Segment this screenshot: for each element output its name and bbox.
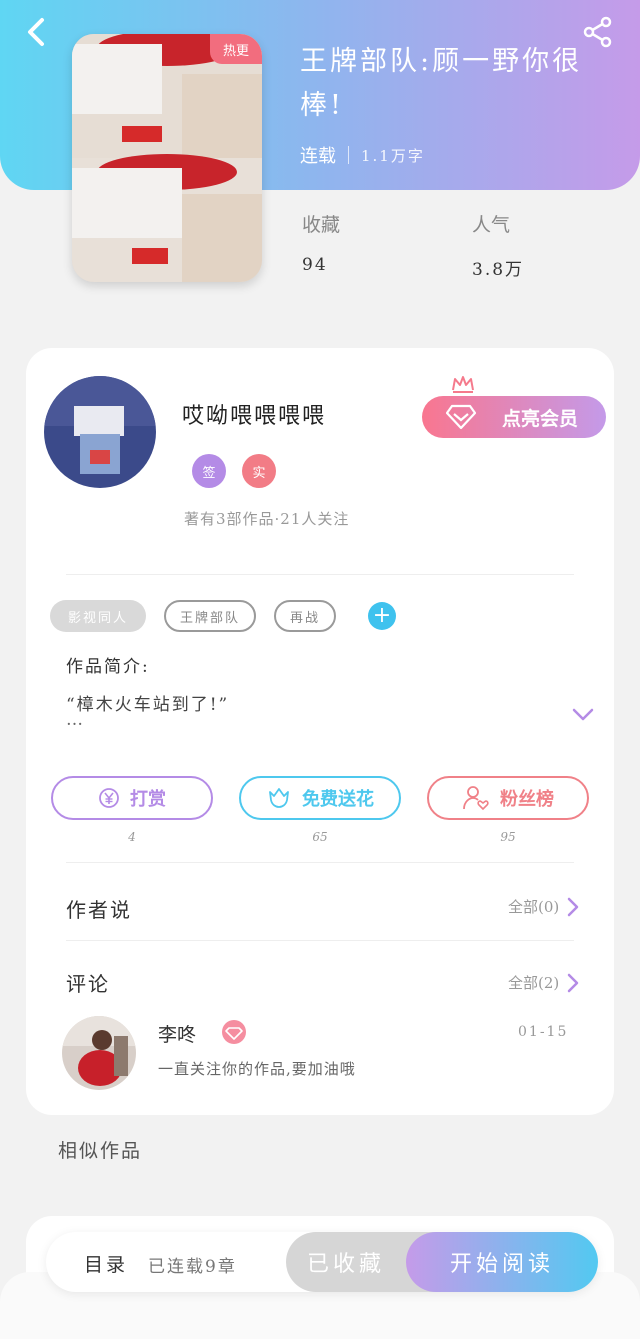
send-flower-button[interactable]: 免费送花 [239,776,401,820]
avatar-image [44,376,156,488]
book-title: 王牌部队:顾一野你很棒! [300,46,583,121]
tag-chip[interactable]: 影视同人 [50,600,146,632]
intro-text: “樟木火车站到了!” [66,695,230,715]
start-reading-label: 开始阅读 [449,1252,554,1277]
comment-username[interactable]: 李咚 [158,1020,196,1047]
reward-label: 打赏 [130,789,166,810]
reward-count: 4 [128,830,136,844]
author-says-more[interactable]: 全部(0) [508,896,579,917]
similar-works-title: 相似作品 [58,1140,143,1162]
comments-more[interactable]: 全部(2) [508,972,579,993]
verified-badge: 实 [242,454,276,488]
author-info: 著有3部作品·21人关注 [184,510,350,528]
flower-count: 65 [312,830,328,844]
author-name[interactable]: 哎呦喂喂喂喂 [182,398,326,430]
serial-status: 连载 [300,146,336,167]
author-avatar[interactable] [44,376,156,488]
meta-divider [348,146,349,164]
back-button[interactable] [18,14,54,50]
comments-title: 评论 [66,972,110,996]
fan-count: 95 [500,830,516,844]
word-count: 1.1万字 [361,146,425,165]
stat-favorites: 收藏 94 [302,210,340,275]
diamond-icon [446,404,476,430]
signed-badge: 签 [192,454,226,488]
intro-label: 作品简介: [66,657,150,677]
stat-popularity: 人气 3.8万 [472,210,524,280]
vip-button[interactable]: 点亮会员 [422,396,606,438]
diamond-icon [222,1020,246,1044]
bottom-action-bar: 目录 已连载9章 已收藏 开始阅读 [46,1232,598,1292]
fan-ranking-label: 粉丝榜 [500,789,554,810]
plus-icon: + [372,603,392,628]
avatar-image [62,1016,136,1090]
tag-chip[interactable]: 再战 [274,600,336,632]
tag-chip[interactable]: 王牌部队 [164,600,256,632]
author-says-more-label: 全部(0) [508,898,560,916]
reward-button[interactable]: 打赏 [51,776,213,820]
chapter-count: 已连载9章 [148,1257,237,1277]
crown-icon [452,376,474,393]
book-meta: 连载 1.1万字 [300,142,425,168]
cover-image [72,34,262,282]
comment-text: 一直关注你的作品,要加油哦 [158,1060,356,1078]
commenter-avatar[interactable] [62,1016,136,1090]
divider [66,940,574,941]
chevron-left-icon [28,18,44,46]
comments-more-label: 全部(2) [508,974,560,992]
chevron-right-icon [568,973,579,992]
stat-value: 3.8万 [472,260,525,280]
stat-label: 收藏 [302,214,341,236]
hot-update-badge: 热更 [210,34,262,64]
stat-value: 94 [302,255,328,275]
intro-ellipsis: … [66,710,83,730]
vip-button-label: 点亮会员 [501,407,578,430]
stat-label: 人气 [472,214,511,236]
toc-button[interactable]: 目录 [84,1250,128,1277]
user-heart-icon [463,786,489,811]
chevron-right-icon [568,897,579,916]
send-flower-label: 免费送花 [302,789,374,810]
yen-icon [99,788,119,808]
comment-date: 01-15 [518,1024,569,1040]
book-cover[interactable]: 热更 [72,34,262,282]
add-tag-button[interactable]: + [368,602,396,630]
chevron-down-icon[interactable] [572,708,594,722]
fan-ranking-button[interactable]: 粉丝榜 [427,776,589,820]
divider [66,862,574,863]
flower-icon [269,788,289,808]
book-detail-card: 哎呦喂喂喂喂 点亮会员 签 实 著有3部作品·21人关注 影视同人 王牌部队 再… [26,348,614,1115]
divider [66,574,574,575]
author-says-title: 作者说 [66,898,132,922]
favorited-label: 已收藏 [306,1252,385,1277]
start-reading-button[interactable]: 开始阅读 [406,1232,598,1292]
